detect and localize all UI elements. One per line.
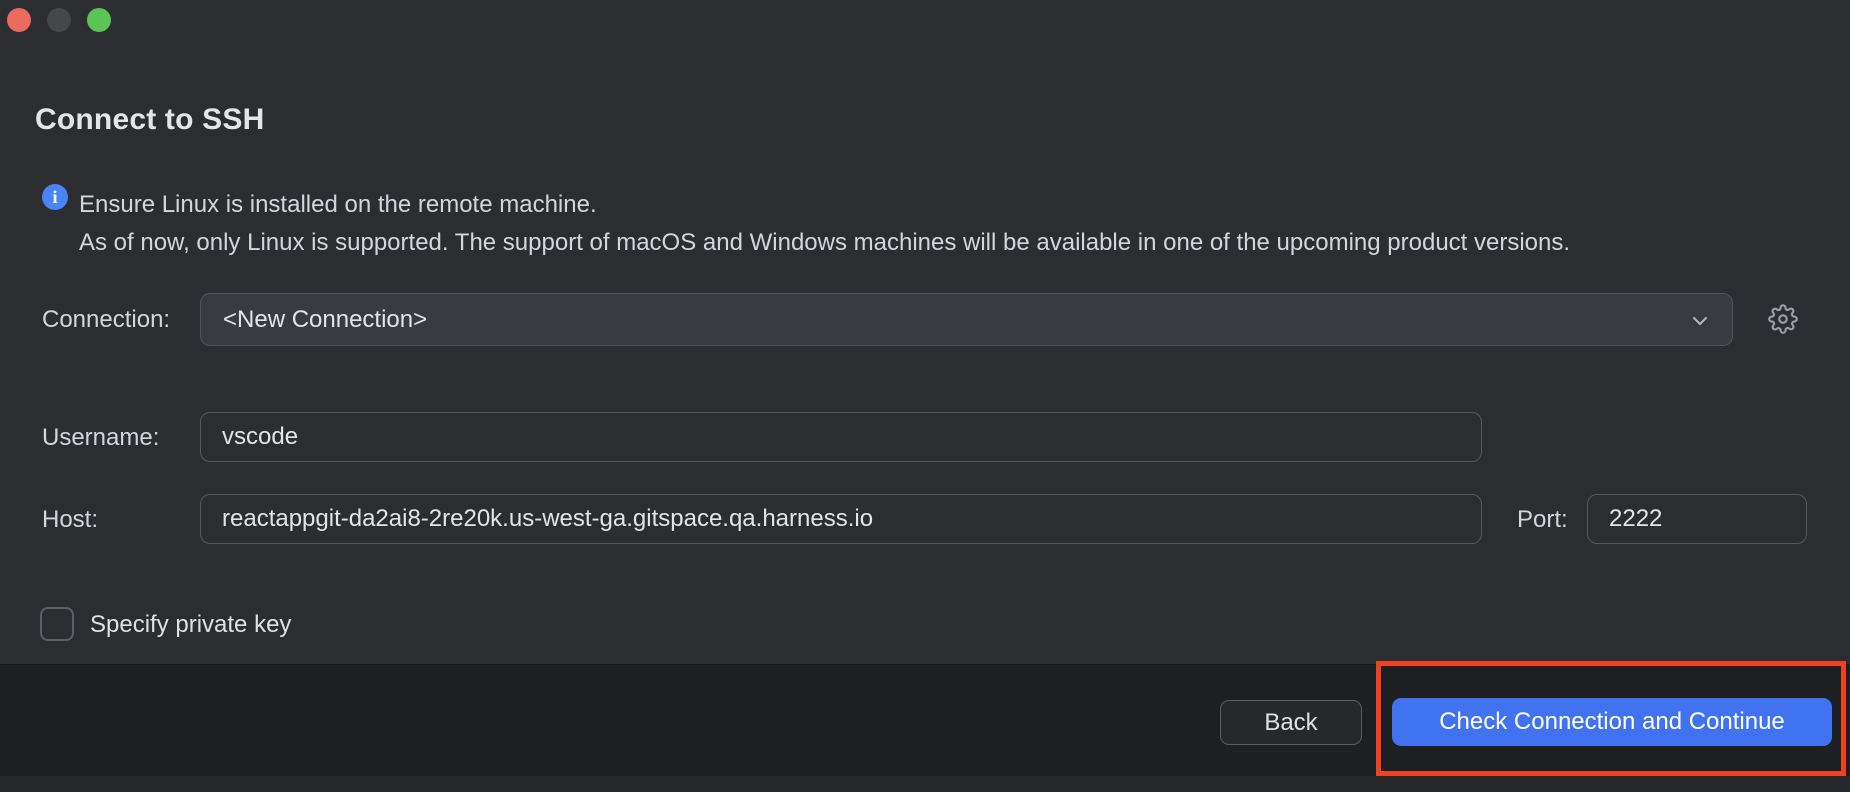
- connect-to-ssh-dialog: { "window": { "traffic_lights": ["close"…: [0, 0, 1850, 792]
- info-note: Ensure Linux is installed on the remote …: [79, 186, 1570, 262]
- port-label: Port:: [1517, 506, 1568, 534]
- port-input[interactable]: [1587, 494, 1807, 544]
- connection-label: Connection:: [42, 306, 170, 334]
- username-label: Username:: [42, 424, 159, 452]
- window-bottom-edge: [0, 776, 1850, 792]
- host-label: Host:: [42, 506, 98, 534]
- info-line-1: Ensure Linux is installed on the remote …: [79, 186, 1570, 224]
- host-input[interactable]: [200, 494, 1482, 544]
- gear-icon[interactable]: [1768, 304, 1798, 334]
- window-controls: [7, 8, 111, 32]
- username-input[interactable]: [200, 412, 1482, 462]
- check-connection-and-continue-button[interactable]: Check Connection and Continue: [1392, 698, 1832, 746]
- specify-private-key-checkbox[interactable]: [40, 607, 74, 641]
- close-window-button[interactable]: [7, 8, 31, 32]
- minimize-window-button[interactable]: [47, 8, 71, 32]
- back-button[interactable]: Back: [1220, 700, 1362, 745]
- info-line-2: As of now, only Linux is supported. The …: [79, 224, 1570, 262]
- zoom-window-button[interactable]: [87, 8, 111, 32]
- connection-dropdown[interactable]: <New Connection>: [200, 293, 1733, 346]
- info-icon: i: [42, 184, 68, 210]
- chevron-down-icon: [1688, 309, 1712, 333]
- specify-private-key-label[interactable]: Specify private key: [90, 611, 291, 639]
- connection-dropdown-value: <New Connection>: [223, 306, 427, 334]
- page-title: Connect to SSH: [35, 103, 264, 137]
